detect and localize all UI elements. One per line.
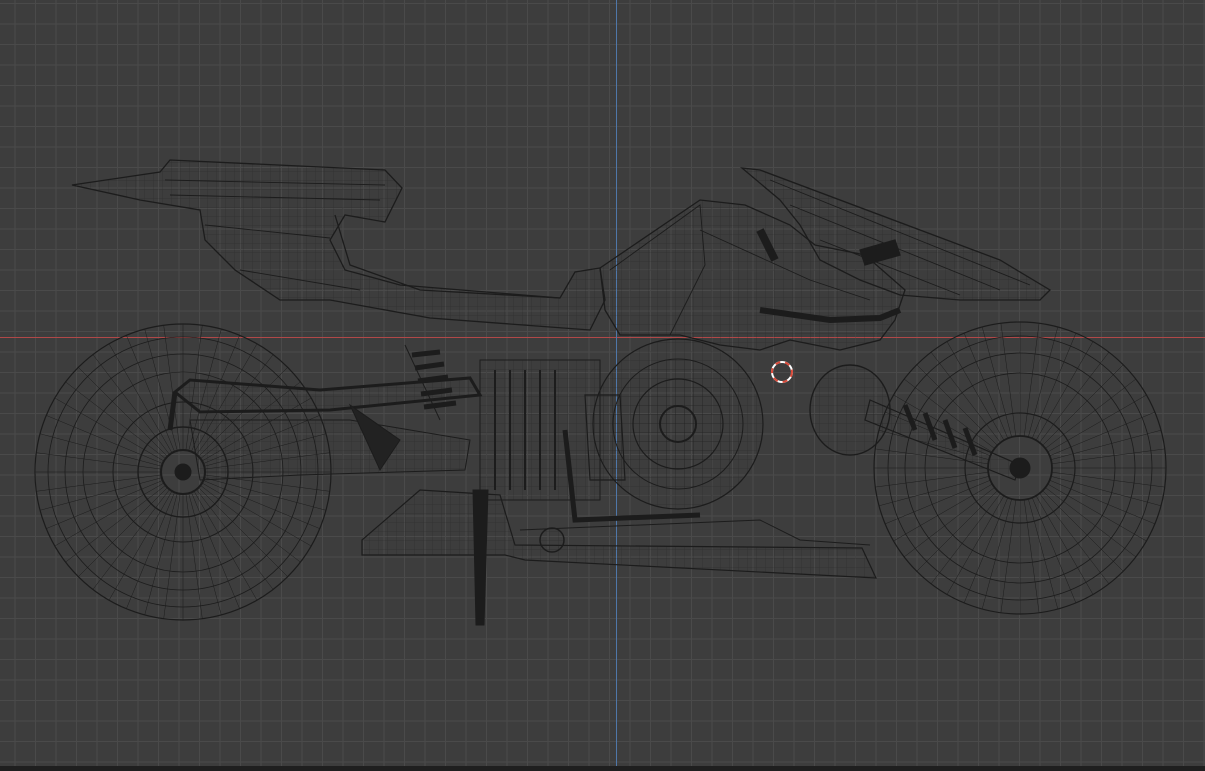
wheel-spoke	[1045, 487, 1136, 558]
motorcycle-wireframe[interactable]	[0, 0, 1205, 766]
wheel-spoke	[1047, 394, 1147, 453]
wheel-spoke	[1000, 499, 1017, 613]
swingarm	[167, 344, 483, 481]
wheel-spoke	[946, 341, 1005, 441]
wheel-spoke	[1045, 378, 1136, 449]
wheel-spoke	[1035, 495, 1094, 595]
wheel-spoke	[893, 483, 993, 542]
kickstand	[472, 489, 489, 626]
wheel-spoke	[1039, 352, 1110, 443]
wheel-spoke	[1023, 323, 1040, 437]
wheel-spoke	[78, 487, 168, 577]
wheel-spoke	[1042, 364, 1124, 446]
wheel-spoke	[1050, 476, 1162, 507]
wheel-spoke	[981, 326, 1012, 438]
wheel-spoke	[1051, 448, 1165, 465]
wheel-spoke	[1031, 333, 1077, 439]
wheel-spoke	[1050, 429, 1162, 460]
wheel-spoke	[201, 482, 312, 547]
wheel-spoke	[878, 476, 990, 507]
wheel-spoke	[916, 490, 998, 572]
wheel-spoke	[1047, 483, 1147, 542]
wheel-spoke	[885, 479, 991, 525]
3d-cursor-icon[interactable]	[770, 360, 794, 384]
wheel-spoke	[1049, 411, 1155, 457]
wheel-spoke	[904, 487, 995, 558]
wheel-spoke	[54, 397, 165, 462]
wheel-spoke	[198, 487, 288, 577]
wheel-spoke	[54, 482, 165, 547]
wheel-spoke	[963, 497, 1009, 603]
wheel-spoke	[963, 333, 1009, 439]
wheel-spoke	[1051, 471, 1165, 488]
wheel-spoke	[981, 498, 1012, 610]
viewport-footer-edge	[0, 766, 1205, 771]
wheel-spoke	[1028, 498, 1059, 610]
wheel-spoke	[930, 493, 1001, 584]
3d-viewport[interactable]	[0, 0, 1205, 766]
wheel-spoke	[946, 495, 1005, 595]
wheel-spoke	[108, 490, 173, 601]
wheel-spoke	[1042, 490, 1124, 572]
wheel-spoke	[78, 367, 168, 457]
wheel-spoke	[1031, 497, 1077, 603]
wheel-spoke	[1035, 341, 1094, 441]
wheel-spoke	[108, 343, 173, 454]
wheel-spoke	[1028, 326, 1059, 438]
front-wheel	[873, 321, 1167, 615]
wheel-spoke	[1039, 493, 1110, 584]
wheel-spoke	[1000, 323, 1017, 437]
wheel-spoke	[875, 471, 989, 488]
wheel-spoke	[193, 490, 258, 601]
tail-section	[71, 159, 606, 331]
engine	[479, 338, 764, 510]
wheel-spoke	[1049, 479, 1155, 525]
wheel-spoke	[1023, 499, 1040, 613]
